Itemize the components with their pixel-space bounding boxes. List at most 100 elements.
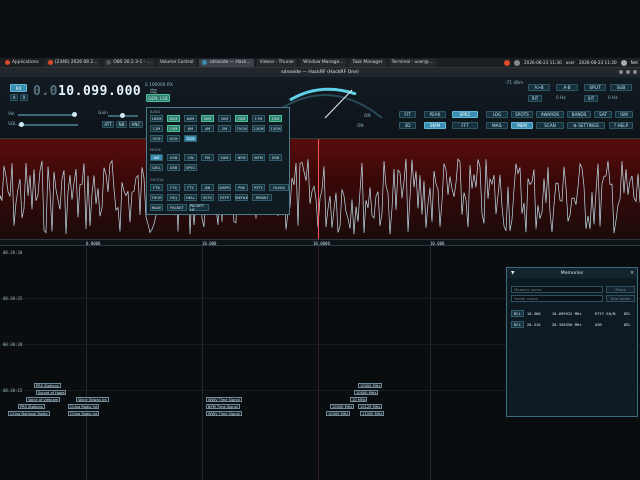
band-button[interactable]: 17M — [252, 115, 265, 122]
band-button[interactable]: 10M — [167, 125, 180, 132]
skim-button[interactable]: SKIM — [424, 122, 446, 129]
band-button[interactable]: 15M — [269, 115, 282, 122]
help-button[interactable]: ? HELP — [609, 122, 633, 129]
band-button[interactable]: 12M — [150, 125, 163, 132]
band-button[interactable]: SAM — [218, 154, 231, 161]
share-button[interactable]: Share — [606, 286, 635, 293]
band-button[interactable]: THOR — [150, 194, 163, 201]
band-button[interactable]: RPAINT — [252, 194, 272, 201]
spot-label[interactable]: 11000 MHz — [360, 411, 385, 416]
fft-button[interactable]: FFT — [452, 122, 478, 129]
squelch-knob[interactable] — [19, 122, 24, 127]
spot-label[interactable]: 10 MHz — [350, 397, 368, 402]
vfo-a-button[interactable]: A — [10, 94, 18, 101]
mail-button[interactable]: MAIL — [486, 122, 508, 129]
spot-label[interactable]: China Radio Int — [68, 404, 100, 409]
spec-button[interactable]: SPEC — [452, 111, 478, 118]
tray-network-icon[interactable] — [620, 59, 627, 66]
band-button[interactable]: USB — [167, 154, 180, 161]
band-button[interactable]: JS8 — [201, 184, 214, 191]
3d-button[interactable]: 3D — [399, 122, 416, 129]
spot-label[interactable]: Voice Taiwan Int — [76, 397, 109, 402]
band-button[interactable]: RFFP — [218, 194, 231, 201]
task-task-manager[interactable]: Task Manager — [349, 58, 386, 67]
nb-button[interactable]: NB — [116, 121, 127, 128]
spot-label[interactable]: 10000 MHz — [354, 390, 379, 395]
band-button[interactable]: 6CM — [167, 135, 180, 142]
a-minus-b-button[interactable]: A-B — [556, 84, 578, 91]
band-button[interactable]: 60M — [184, 115, 197, 122]
task-obs[interactable]: OBS 30.2.3-1 - ... — [103, 58, 154, 67]
spot-label[interactable]: 10120 MHz — [358, 404, 383, 409]
delete-button[interactable]: DEL — [624, 322, 631, 327]
gain-slider[interactable] — [108, 113, 138, 118]
frequency-display[interactable]: 0.010.099.000 ≈ — [33, 84, 158, 99]
spot-label[interactable]: 10000 MHz — [330, 404, 355, 409]
close-icon[interactable] — [633, 70, 637, 74]
memory-row[interactable]: RCL 10.300 10.099932 MHz RTTY 50/N DEL — [511, 309, 635, 318]
volume-knob[interactable] — [72, 112, 77, 117]
rit-button[interactable]: RIT — [528, 95, 542, 102]
close-icon[interactable]: ✕ — [630, 271, 634, 276]
band-button[interactable]: DIGL — [150, 164, 163, 171]
spot-label[interactable]: 10000 MHz — [326, 411, 351, 416]
recall-button[interactable]: RCL — [511, 310, 524, 317]
band-button[interactable]: SSTV — [201, 194, 214, 201]
band-button[interactable]: 20M — [235, 115, 248, 122]
spot-label[interactable]: PRS Stations — [18, 404, 45, 409]
band-button[interactable]: PSK — [235, 184, 248, 191]
gen-lsb-button[interactable]: GEN: LSB — [146, 94, 170, 102]
band-button[interactable]: 40M — [201, 115, 214, 122]
spot-label[interactable]: 10000 MHz — [358, 383, 383, 388]
delete-button[interactable]: DEL — [624, 311, 631, 316]
band-button[interactable]: WEFAX — [235, 194, 248, 201]
task-terminal[interactable]: Terminal - user@... — [388, 58, 436, 67]
xit-button[interactable]: XIT — [584, 95, 598, 102]
new-folder-button[interactable]: New folder — [606, 295, 635, 302]
scan-button[interactable]: SCAN — [536, 122, 564, 129]
minimize-icon[interactable] — [619, 70, 623, 74]
recall-button[interactable]: RCL — [511, 321, 524, 328]
spot-label[interactable]: China National Radio — [8, 411, 50, 416]
band-button[interactable]: 30M — [218, 115, 231, 122]
band-button[interactable]: PACKET — [167, 204, 187, 211]
spot-label[interactable]: Voice of Vietnam — [26, 397, 61, 402]
split-button[interactable]: SPLIT — [584, 84, 606, 91]
folder-name-input[interactable]: Folder name — [511, 295, 603, 302]
user-menu[interactable]: user — [566, 60, 575, 65]
awards-button[interactable]: AWARDS — [536, 111, 564, 118]
gain-knob[interactable] — [120, 113, 125, 118]
band-button[interactable]: NFM — [235, 154, 248, 161]
att-button[interactable]: ATT — [102, 121, 114, 128]
band-button[interactable]: PACKET-HF — [189, 204, 209, 212]
applications-menu[interactable]: Applications — [2, 59, 42, 67]
band-button[interactable]: FT2 — [184, 184, 197, 191]
zero-button[interactable]: 0 — [20, 94, 28, 101]
band-button[interactable]: 2M — [218, 125, 231, 132]
mem-button[interactable]: MEM — [511, 122, 533, 129]
on-indicator-2[interactable]: ON — [357, 124, 364, 129]
task-thunar[interactable]: Videos - Thunar — [256, 58, 298, 67]
memory-name-input[interactable]: Memory name — [511, 286, 603, 293]
band-button[interactable]: 80M — [167, 115, 180, 122]
band-button[interactable]: CW — [184, 154, 197, 161]
task-sdr[interactable]: sdrooide — Hack... — [199, 58, 254, 67]
band-button[interactable]: DSB — [269, 154, 282, 161]
spot-label[interactable]: WWV Time Signal — [206, 397, 242, 402]
spot-label[interactable]: Sound of Hope — [36, 390, 67, 395]
band-button[interactable]: RTTY — [252, 184, 265, 191]
tray-volume-icon[interactable] — [514, 59, 520, 66]
spots-button[interactable]: SPOTS — [511, 111, 533, 118]
memory-row[interactable]: RCL 28.310 28.350350 MHz USB DEL — [511, 320, 635, 329]
band-button[interactable]: WSPR — [218, 184, 231, 191]
spot-label[interactable]: BPM Time Signal — [206, 404, 240, 409]
band-button[interactable]: SPEC — [184, 164, 197, 171]
band-button[interactable]: 70CM — [235, 125, 248, 132]
band-button[interactable]: 23CM — [252, 125, 265, 132]
peak-button[interactable]: PEAK — [424, 111, 446, 118]
tray-record-icon[interactable] — [504, 59, 510, 66]
maximize-icon[interactable] — [626, 70, 630, 74]
spot-label[interactable]: PRS Stations — [34, 383, 61, 388]
band-button[interactable]: 13CM — [269, 125, 282, 132]
band-button[interactable]: FSQ — [167, 194, 180, 201]
